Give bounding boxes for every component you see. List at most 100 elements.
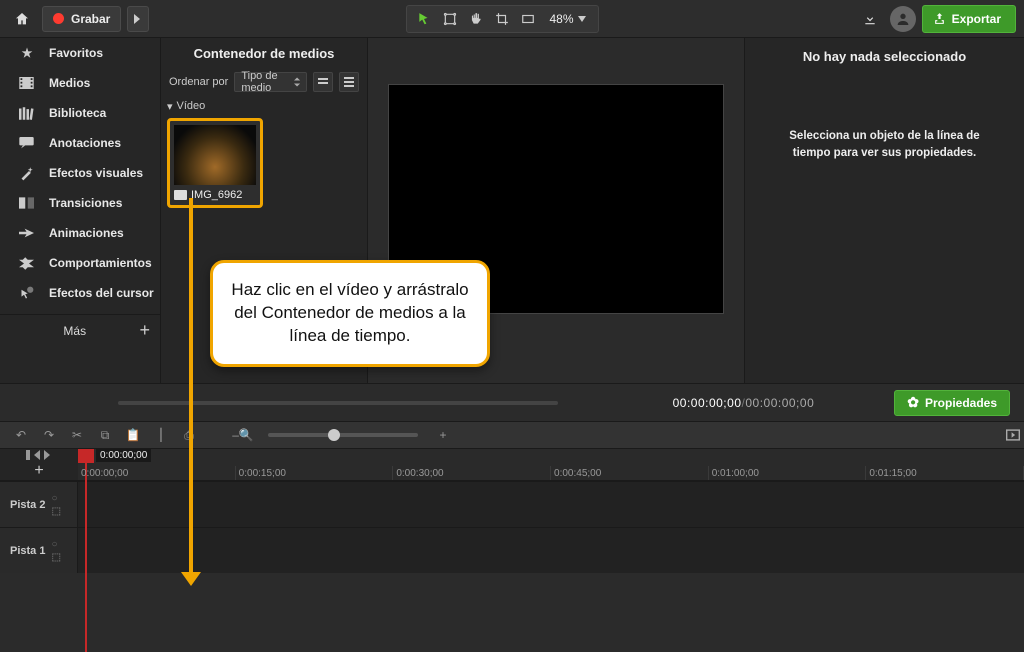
view-list-icon[interactable]	[339, 72, 359, 92]
order-by-select[interactable]: Tipo de medio	[234, 72, 307, 92]
record-menu-chevron[interactable]	[127, 6, 149, 32]
animation-icon	[19, 228, 35, 238]
track-controls[interactable]: ○⬚	[51, 539, 60, 563]
tutorial-callout: Haz clic en el vídeo y arrástralo del Co…	[210, 260, 490, 367]
plus-icon: +	[139, 320, 150, 341]
sidebar-item-favoritos[interactable]: ★ Favoritos	[0, 38, 160, 68]
timeline: + 0:00:00;00 0:00:00;000:00:15;000:00:30…	[0, 449, 1024, 573]
media-group-header[interactable]: ▾ Vídeo	[161, 96, 367, 116]
frame-tool-icon[interactable]	[515, 8, 541, 30]
sidebar: ★ Favoritos Medios Biblioteca Anotacione…	[0, 38, 160, 383]
lock-icon[interactable]: ⬚	[51, 552, 60, 563]
undo-icon[interactable]: ↶	[10, 425, 32, 445]
account-avatar-icon[interactable]	[890, 6, 916, 32]
order-by-value: Tipo de medio	[241, 70, 294, 94]
arrow-tool-icon[interactable]	[411, 8, 437, 30]
sidebar-item-comportamientos[interactable]: Comportamientos	[0, 248, 160, 278]
properties-button[interactable]: ✿ Propiedades	[894, 390, 1010, 416]
sidebar-item-efectos-visuales[interactable]: Efectos visuales	[0, 158, 160, 188]
popout-icon[interactable]	[1002, 425, 1024, 445]
export-label: Exportar	[952, 12, 1001, 26]
track-header-1[interactable]: Pista 1 ○⬚	[0, 527, 77, 573]
zoom-out-icon[interactable]: –🔍	[232, 425, 254, 445]
ruler-tick: 0:00:00;00	[78, 466, 236, 480]
cursor-effect-icon	[19, 286, 35, 301]
library-icon	[19, 107, 35, 120]
sidebar-item-medios[interactable]: Medios	[0, 68, 160, 98]
timeline-header-controls[interactable]: +	[0, 449, 78, 480]
sidebar-item-label: Transiciones	[49, 196, 122, 210]
behavior-icon	[19, 257, 35, 270]
sidebar-item-label: Medios	[49, 76, 90, 90]
media-item[interactable]: IMG_6962	[167, 118, 263, 208]
timecode: 00:00:00;00/00:00:00;00	[673, 396, 815, 410]
sidebar-item-transiciones[interactable]: Transiciones	[0, 188, 160, 218]
copy-icon[interactable]: ⧉	[94, 425, 116, 445]
redo-icon[interactable]: ↷	[38, 425, 60, 445]
sidebar-more-label: Más	[10, 324, 139, 338]
triangle-down-icon: ▾	[167, 100, 173, 113]
zoom-in-icon[interactable]: +	[432, 425, 454, 445]
hand-tool-icon[interactable]	[463, 8, 489, 30]
timeline-ruler[interactable]: 0:00:00;00 0:00:00;000:00:15;000:00:30;0…	[78, 449, 1024, 480]
sidebar-item-label: Animaciones	[49, 226, 124, 240]
view-grid-icon[interactable]	[313, 72, 333, 92]
zoom-value: 48%	[549, 12, 573, 26]
tutorial-text: Haz clic en el vídeo y arrástralo del Co…	[231, 279, 469, 348]
playhead[interactable]	[78, 449, 94, 463]
track-controls[interactable]: ○⬚	[51, 493, 60, 517]
download-icon[interactable]	[856, 6, 884, 32]
mute-icon[interactable]: ○	[51, 493, 60, 504]
wand-icon	[19, 166, 35, 181]
zoom-dropdown[interactable]: 48%	[541, 12, 593, 26]
track-row[interactable]	[78, 527, 1024, 573]
selection-tool-icon[interactable]	[437, 8, 463, 30]
sidebar-item-label: Comportamientos	[49, 256, 152, 270]
star-icon: ★	[19, 46, 35, 60]
media-item-name: IMG_6962	[191, 189, 242, 201]
annotation-icon	[19, 137, 35, 149]
properties-button-label: Propiedades	[925, 396, 997, 410]
ruler-tick: 0:01:15;00	[866, 466, 1024, 480]
export-button[interactable]: Exportar	[922, 5, 1016, 33]
playback-strip: 00:00:00;00/00:00:00;00 ✿ Propiedades	[0, 383, 1024, 421]
ruler-tick: 0:00:45;00	[551, 466, 709, 480]
timecode-total: 00:00:00;00	[745, 396, 814, 410]
sidebar-more[interactable]: Más +	[0, 314, 160, 346]
home-icon[interactable]	[8, 6, 36, 32]
cut-icon[interactable]: ✂	[66, 425, 88, 445]
crop-tool-icon[interactable]	[489, 8, 515, 30]
properties-message: Selecciona un objeto de la línea de tiem…	[745, 68, 1024, 163]
sidebar-item-animaciones[interactable]: Animaciones	[0, 218, 160, 248]
media-group-label: Vídeo	[177, 100, 206, 112]
lock-icon[interactable]: ⬚	[51, 506, 60, 517]
sidebar-item-biblioteca[interactable]: Biblioteca	[0, 98, 160, 128]
track-label: Pista 2	[10, 499, 45, 511]
sidebar-item-label: Efectos visuales	[49, 166, 143, 180]
sidebar-item-anotaciones[interactable]: Anotaciones	[0, 128, 160, 158]
mute-icon[interactable]: ○	[51, 539, 60, 550]
tutorial-arrow-head-icon	[181, 572, 201, 586]
track-row[interactable]	[78, 481, 1024, 527]
split-icon[interactable]: ⎮	[150, 425, 172, 445]
track-header-2[interactable]: Pista 2 ○⬚	[0, 481, 77, 527]
media-bin-title: Contenedor de medios	[161, 38, 367, 68]
canvas-tools-group: 48%	[406, 5, 598, 33]
order-by-label: Ordenar por	[169, 76, 228, 88]
sidebar-item-efectos-cursor[interactable]: Efectos del cursor	[0, 278, 160, 308]
transition-icon	[19, 197, 35, 209]
timeline-zoom-slider[interactable]	[268, 433, 418, 437]
sidebar-item-label: Biblioteca	[49, 106, 106, 120]
timeline-toolbar: ↶ ↷ ✂ ⧉ 📋 ⎮ ⎙ –🔍 +	[0, 421, 1024, 449]
playback-scrubber[interactable]	[118, 401, 558, 405]
record-button[interactable]: Grabar	[42, 6, 121, 32]
film-icon	[19, 77, 35, 89]
timeline-tracks-area[interactable]	[78, 481, 1024, 573]
gear-icon: ✿	[907, 394, 919, 411]
paste-icon[interactable]: 📋	[122, 425, 144, 445]
record-label: Grabar	[71, 12, 110, 26]
media-thumbnail	[174, 125, 256, 185]
clip-badge-icon	[174, 190, 187, 200]
playhead-time: 0:00:00;00	[96, 449, 151, 462]
sidebar-item-label: Efectos del cursor	[49, 286, 154, 300]
